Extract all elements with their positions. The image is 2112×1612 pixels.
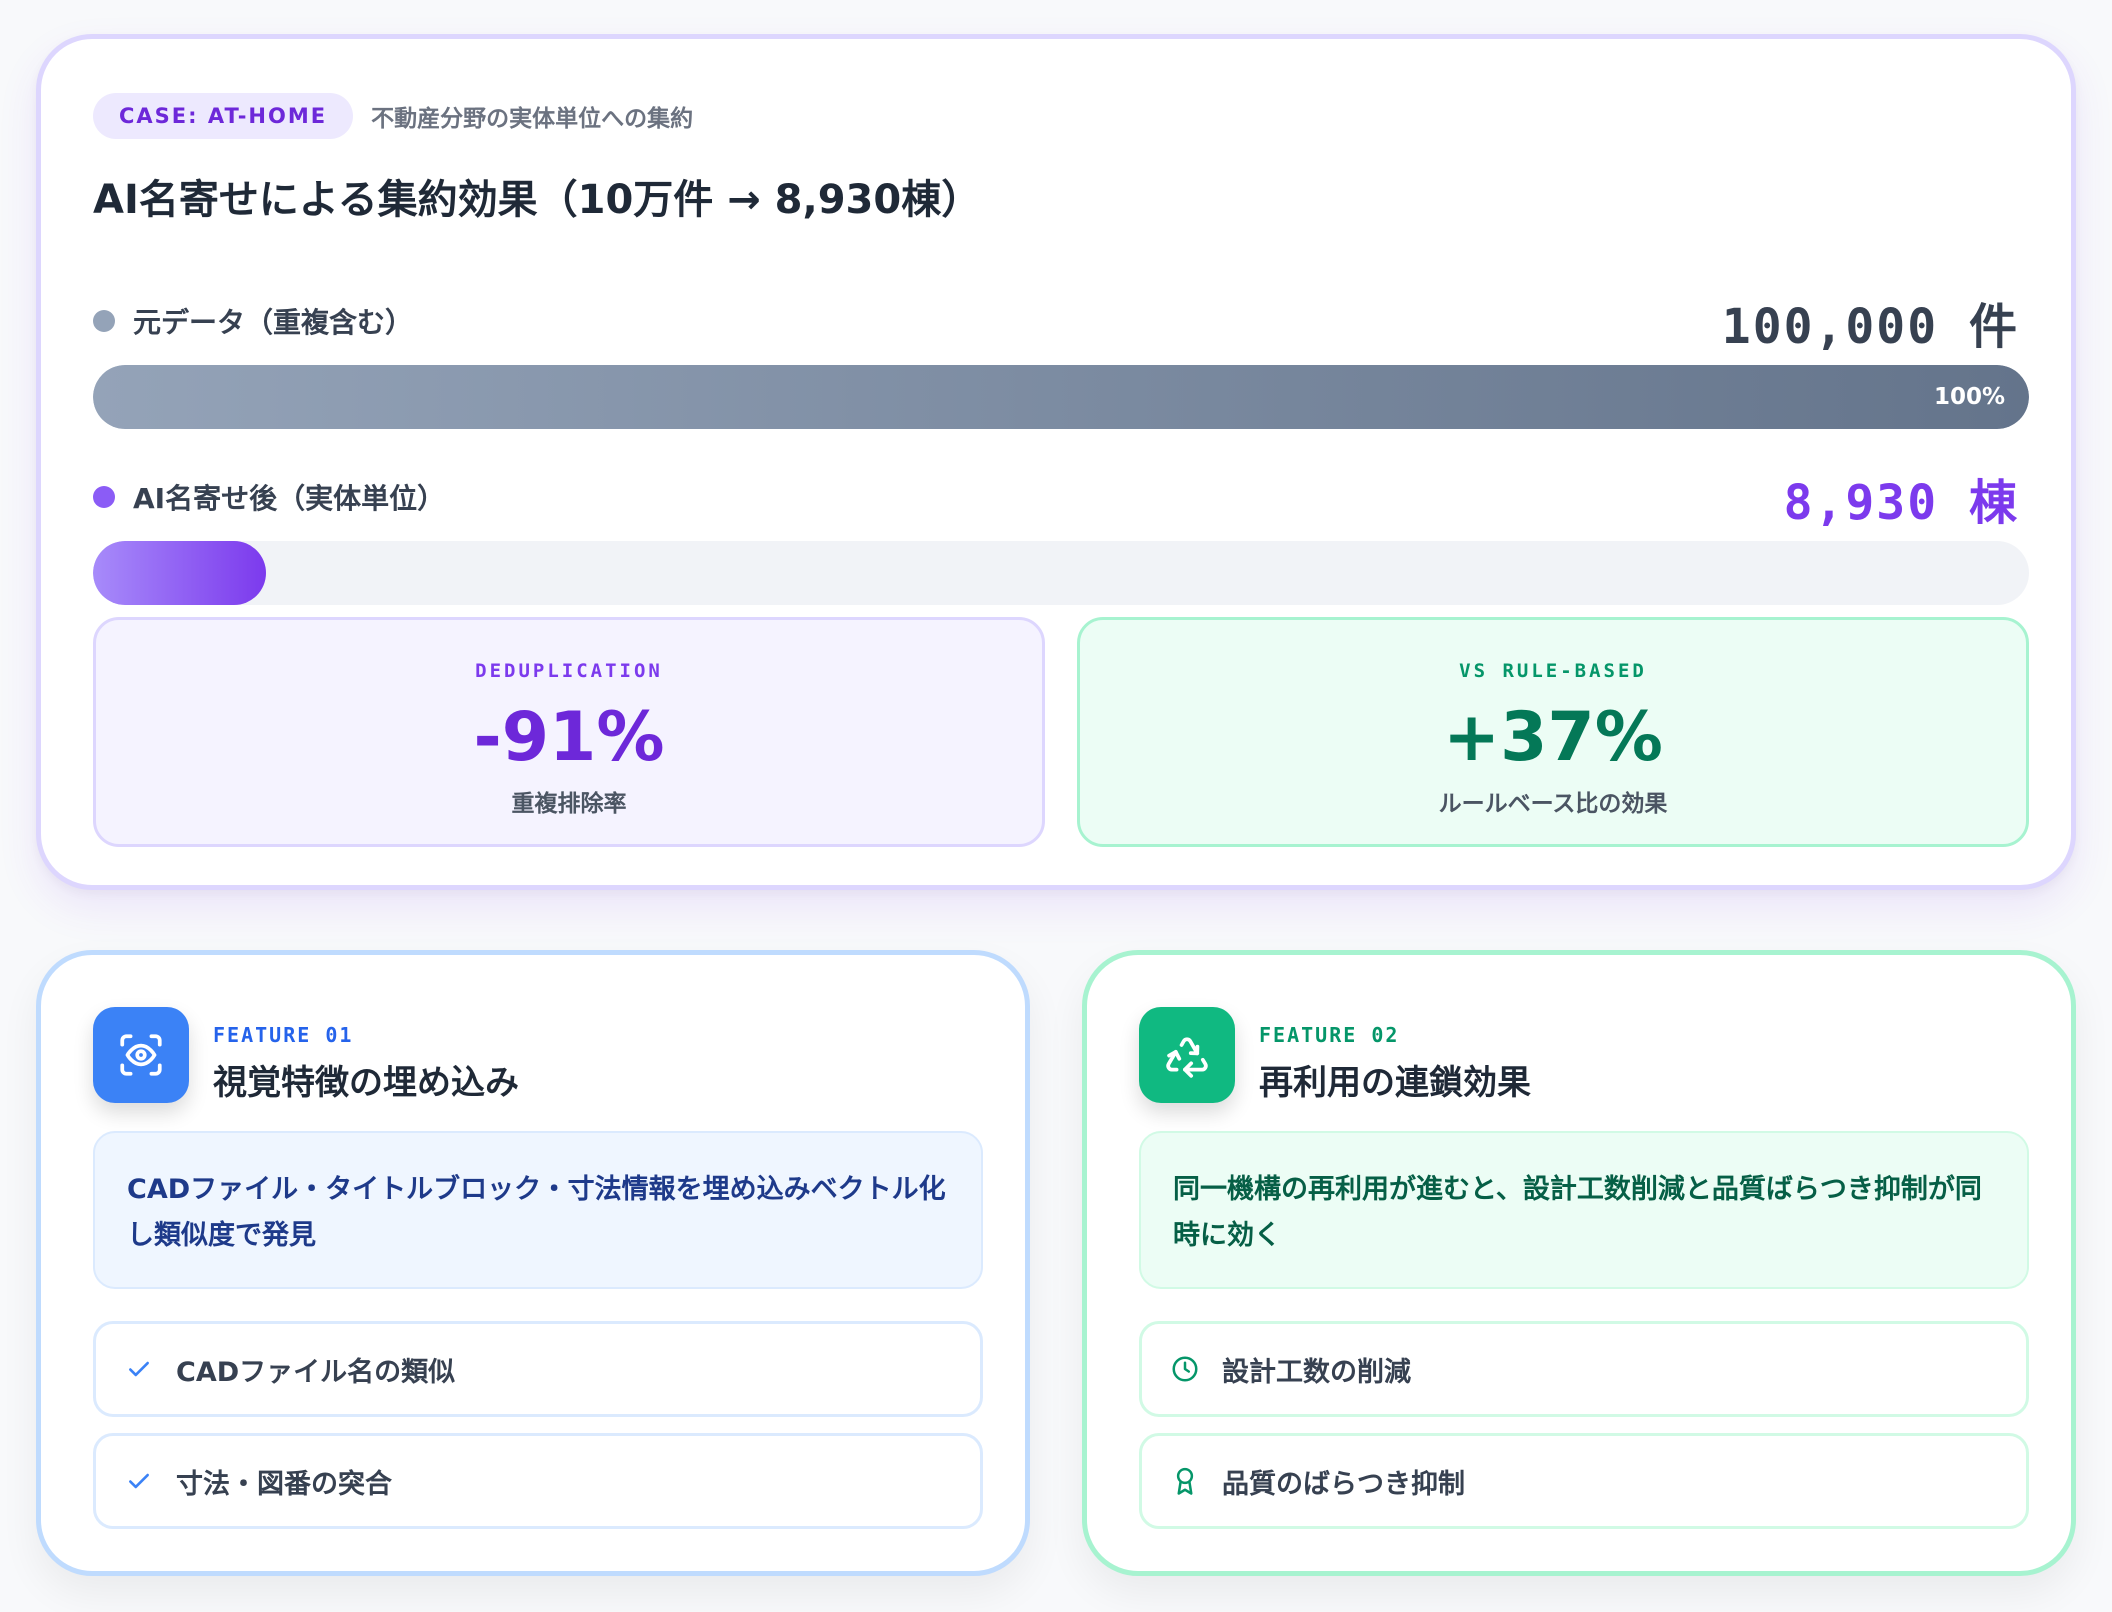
stat-vs-rule-based-value: +37% <box>1443 698 1663 777</box>
bar-value-original: 100,000 件 <box>1721 299 2019 355</box>
stat-deduplication-kicker: DEDUPLICATION <box>475 660 663 682</box>
stat-vs-rule-based-kicker: VS RULE-BASED <box>1459 660 1647 682</box>
progress-percent-label: 100% <box>1933 384 2005 410</box>
recycle-icon <box>1139 1007 1235 1103</box>
check-icon <box>124 1466 154 1496</box>
progress-track-original: 100% <box>93 365 2029 429</box>
feature-card-visual-embedding: FEATURE 01 視覚特徴の埋め込み CADファイル・タイトルブロック・寸法… <box>36 950 1030 1576</box>
stat-vs-rule-based: VS RULE-BASED +37% ルールベース比の効果 <box>1077 617 2029 847</box>
stat-vs-rule-based-caption: ルールベース比の効果 <box>1438 791 1668 817</box>
legend-dot-purple <box>93 486 115 508</box>
feature-item: 設計工数の削減 <box>1139 1321 2029 1417</box>
progress-fill-original <box>93 365 2029 429</box>
progress-fill-after <box>93 541 266 605</box>
feature-item: CADファイル名の類似 <box>93 1321 983 1417</box>
stat-deduplication-caption: 重複排除率 <box>511 791 627 817</box>
bar-label-after-text: AI名寄せ後（実体単位） <box>133 482 446 515</box>
feature-card-reuse-chain: FEATURE 02 再利用の連鎖効果 同一機構の再利用が進むと、設計工数削減と… <box>1082 950 2076 1576</box>
feature-description: 同一機構の再利用が進むと、設計工数削減と品質ばらつき抑制が同時に効く <box>1139 1131 2029 1289</box>
feature-item: 寸法・図番の突合 <box>93 1433 983 1529</box>
award-icon <box>1170 1466 1200 1496</box>
bar-label-original-text: 元データ（重複含む） <box>133 306 414 339</box>
clock-icon <box>1170 1354 1200 1384</box>
feature-item: 品質のばらつき抑制 <box>1139 1433 2029 1529</box>
aggregation-card: CASE: AT-HOME 不動産分野の実体単位への集約 AI名寄せによる集約効… <box>36 34 2076 890</box>
card-title: AI名寄せによる集約効果（10万件 → 8,930棟） <box>93 177 982 223</box>
legend-dot-gray <box>93 310 115 332</box>
feature-kicker: FEATURE 01 <box>213 1023 354 1047</box>
progress-track-after <box>93 541 2029 605</box>
stat-deduplication-value: -91% <box>473 698 665 777</box>
feature-title: 視覚特徴の埋め込み <box>213 1063 519 1103</box>
bar-value-after: 8,930 棟 <box>1783 475 2019 531</box>
bar-label-original: 元データ（重複含む） <box>93 301 413 341</box>
feature-description: CADファイル・タイトルブロック・寸法情報を埋め込みベクトル化し類似度で発見 <box>93 1131 983 1289</box>
feature-item-label: 寸法・図番の突合 <box>176 1468 392 1500</box>
feature-title: 再利用の連鎖効果 <box>1259 1063 1531 1103</box>
case-header: CASE: AT-HOME 不動産分野の実体単位への集約 <box>93 93 693 139</box>
case-subtitle: 不動産分野の実体単位への集約 <box>371 106 694 132</box>
feature-item-label: CADファイル名の類似 <box>176 1356 456 1388</box>
bar-label-after: AI名寄せ後（実体単位） <box>93 477 445 517</box>
stat-deduplication: DEDUPLICATION -91% 重複排除率 <box>93 617 1045 847</box>
feature-kicker: FEATURE 02 <box>1259 1023 1400 1047</box>
feature-item-label: 品質のばらつき抑制 <box>1222 1468 1465 1500</box>
feature-item-label: 設計工数の削減 <box>1222 1356 1411 1388</box>
case-badge: CASE: AT-HOME <box>93 93 354 139</box>
eye-scan-icon <box>93 1007 189 1103</box>
check-icon <box>124 1354 154 1384</box>
